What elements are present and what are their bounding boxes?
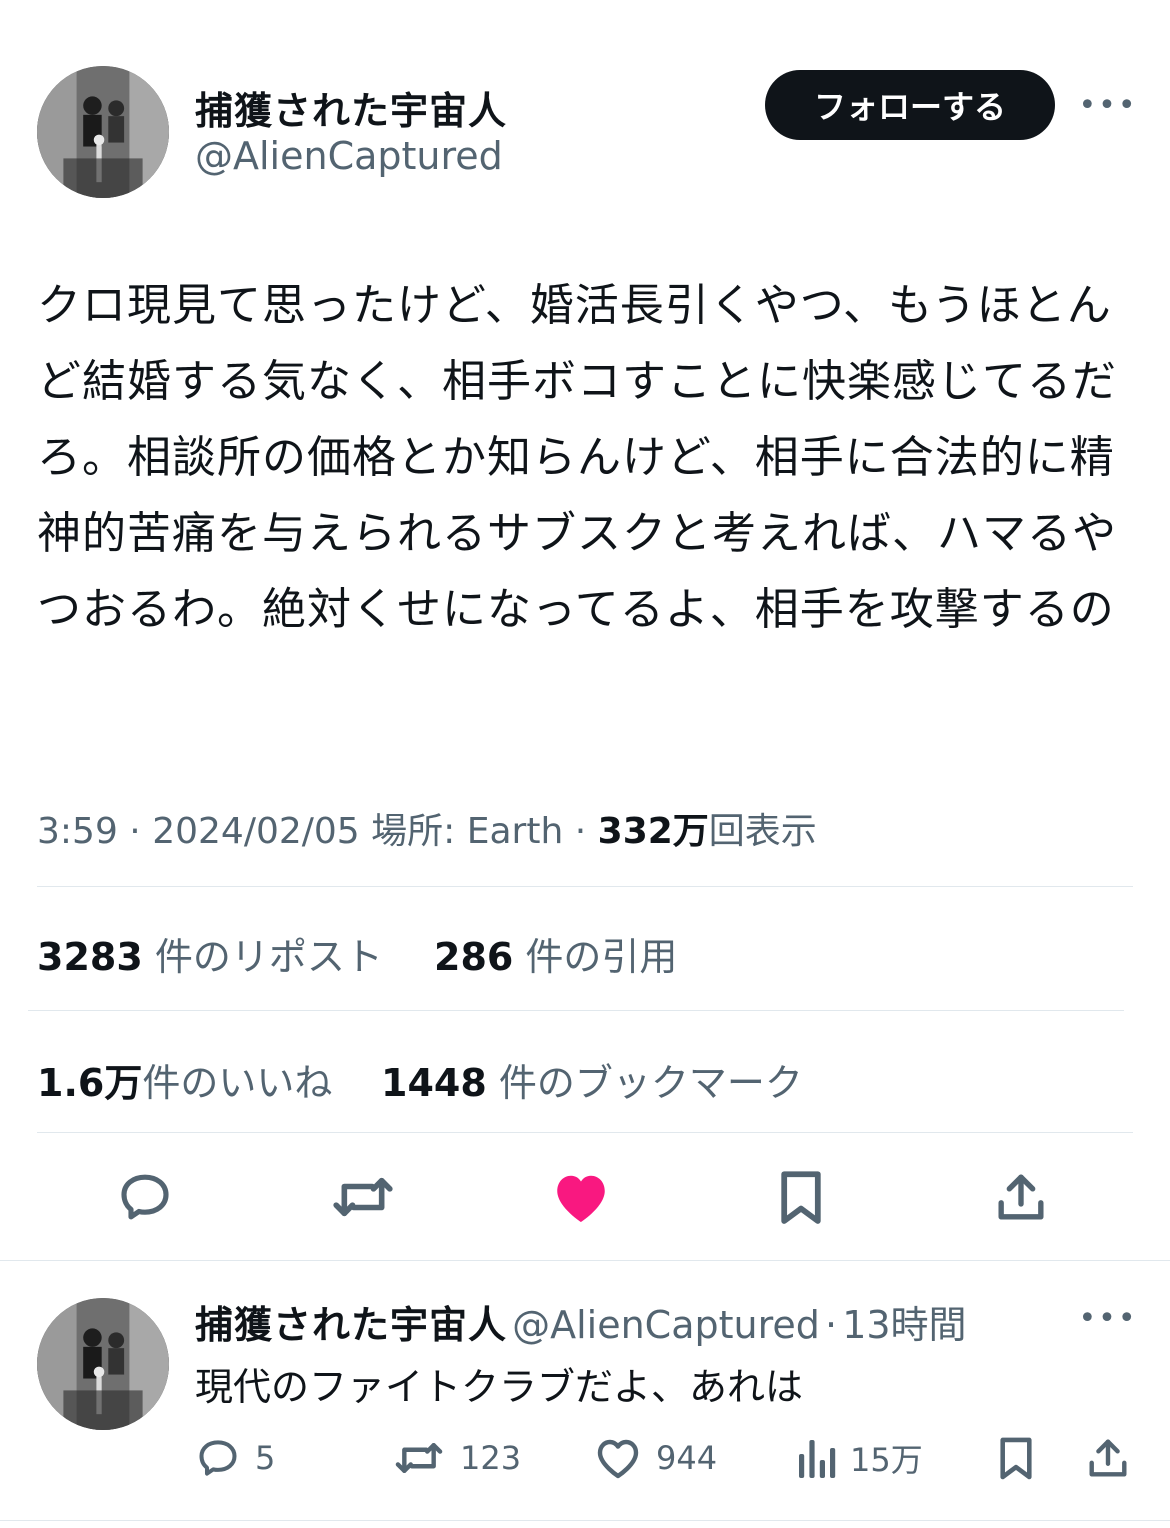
author-handle[interactable]: @AlienCaptured	[195, 134, 503, 178]
share-button[interactable]	[988, 1165, 1054, 1229]
more-options-icon[interactable]: •••	[1078, 85, 1136, 125]
tweet-text: クロ現見て思ったけど、婚活長引くやつ、もうほとんど結婚する気なく、相手ボコすこと…	[37, 280, 1117, 635]
avatar-photo	[37, 66, 169, 198]
divider	[0, 1260, 1170, 1261]
likes-count: 1.6万	[37, 1061, 143, 1105]
quotes-count: 286	[434, 935, 514, 979]
reply-author-name[interactable]: 捕獲された宇宙人	[195, 1303, 507, 1347]
repost-icon	[395, 1442, 443, 1474]
views-icon	[799, 1440, 836, 1478]
reply-like-button[interactable]: 944	[594, 1432, 717, 1484]
views-count: 332万	[597, 811, 709, 852]
reply-more-options-icon[interactable]: •••	[1078, 1298, 1136, 1338]
reposts-label: 件のリポスト	[154, 935, 383, 979]
tweet-meta: 3:59 · 2024/02/05 場所: Earth · 332万回表示	[37, 802, 817, 854]
reply-author-handle[interactable]: @AlienCaptured	[512, 1303, 820, 1347]
reply-repost-count: 123	[460, 1439, 522, 1477]
bookmark-icon	[781, 1171, 821, 1224]
reply-header: 捕獲された宇宙人 @AlienCaptured · 13時間	[195, 1294, 967, 1349]
reply-like-count: 944	[656, 1439, 718, 1477]
reply-views-count: 15万	[850, 1441, 923, 1479]
bookmarks-label: 件のブックマーク	[498, 1061, 803, 1105]
divider	[28, 1010, 1124, 1011]
bookmarks-stat[interactable]: 1448 件のブックマーク	[381, 1052, 803, 1107]
quotes-label: 件の引用	[525, 935, 678, 979]
reply-separator: ·	[825, 1303, 838, 1347]
likes-stat[interactable]: 1.6万件のいいね	[37, 1052, 332, 1107]
reply-time[interactable]: 13時間	[842, 1303, 966, 1347]
bookmark-button[interactable]	[770, 1165, 832, 1229]
tweet-date[interactable]: 2024/02/05	[152, 811, 360, 852]
bookmark-icon	[1000, 1437, 1032, 1480]
heart-icon	[597, 1439, 639, 1479]
meta-separator: ·	[574, 811, 587, 852]
likes-label: 件のいいね	[142, 1061, 333, 1105]
reposts-stat[interactable]: 3283 件のリポスト	[37, 926, 383, 981]
divider	[37, 886, 1133, 887]
reply-views-button[interactable]: 15万	[796, 1432, 923, 1484]
reply-share-button[interactable]	[1082, 1430, 1134, 1486]
reply-text: 現代のファイトクラブだよ、あれは	[195, 1365, 804, 1409]
reposts-count: 3283	[37, 935, 143, 979]
meta-separator: ·	[129, 811, 141, 852]
tweet-location: 場所: Earth	[371, 811, 564, 852]
tweet-time[interactable]: 3:59	[37, 811, 118, 852]
follow-button[interactable]: フォローする	[765, 70, 1055, 140]
reply-reply-count: 5	[255, 1439, 276, 1477]
divider	[0, 1520, 1170, 1521]
author-avatar[interactable]	[37, 66, 169, 198]
repost-icon	[333, 1177, 393, 1217]
like-button[interactable]	[548, 1165, 614, 1229]
share-icon	[1089, 1439, 1127, 1477]
reply-repost-button[interactable]: 123	[392, 1432, 521, 1484]
bookmarks-count: 1448	[381, 1061, 487, 1105]
share-icon	[998, 1174, 1044, 1220]
avatar-photo	[37, 1298, 169, 1430]
views-label: 回表示	[708, 811, 817, 852]
reply-bookmark-button[interactable]	[992, 1430, 1040, 1486]
author-name[interactable]: 捕獲された宇宙人	[195, 80, 507, 135]
quotes-stat[interactable]: 286 件の引用	[434, 926, 677, 981]
reply-icon	[199, 1440, 237, 1476]
reply-author-avatar[interactable]	[37, 1298, 169, 1430]
reply-button[interactable]	[110, 1165, 180, 1229]
repost-button[interactable]	[326, 1165, 400, 1229]
reply-icon	[121, 1174, 169, 1220]
divider	[37, 1132, 1133, 1133]
reply-reply-button[interactable]: 5	[195, 1432, 275, 1484]
heart-icon	[557, 1175, 605, 1222]
